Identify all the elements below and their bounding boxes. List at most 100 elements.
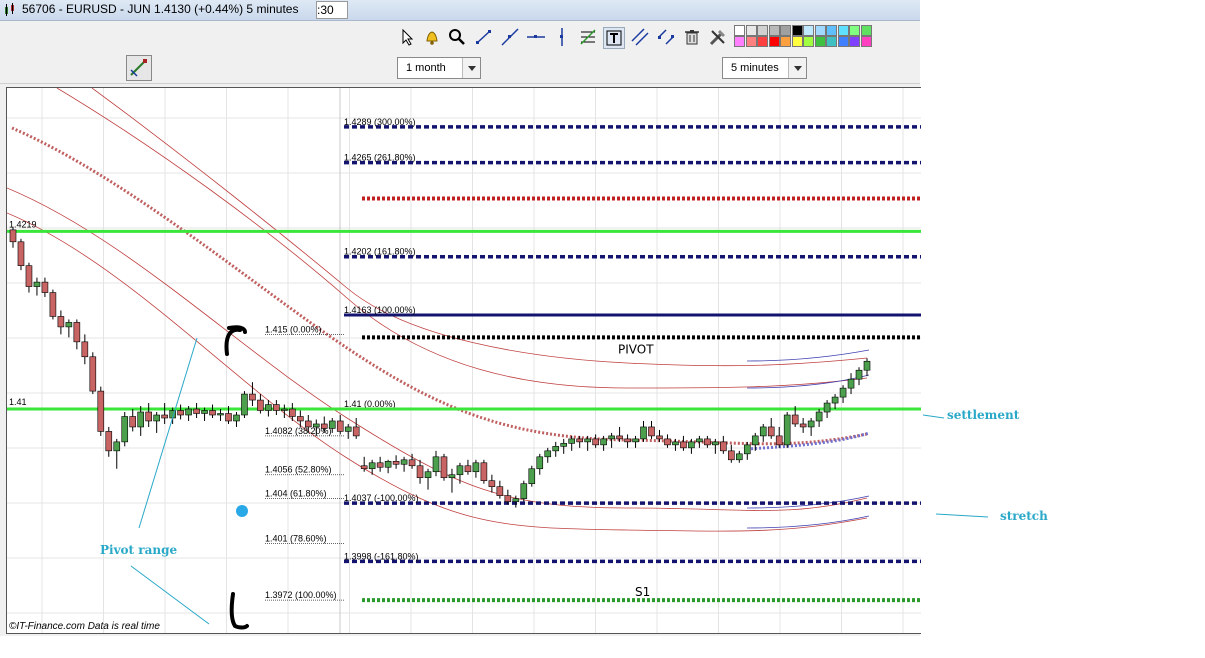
candle-body bbox=[440, 456, 448, 479]
pivot-range-pointer bbox=[130, 565, 210, 625]
tools-icon[interactable] bbox=[708, 27, 728, 47]
interval-select[interactable]: 5 minutes bbox=[722, 57, 807, 79]
candle-body bbox=[600, 438, 607, 446]
palette-swatch[interactable] bbox=[849, 36, 860, 47]
outer-lower-band-line bbox=[7, 212, 868, 532]
palette-swatch[interactable] bbox=[849, 25, 860, 36]
candle-body bbox=[97, 390, 105, 432]
chevron-down-icon[interactable] bbox=[788, 58, 806, 78]
candle-body bbox=[145, 411, 152, 422]
period-select[interactable]: 1 month bbox=[397, 57, 481, 79]
candle-body bbox=[688, 441, 695, 449]
fib-retracement-label: 1.415 (0.00%) bbox=[265, 324, 322, 334]
chevron-down-icon[interactable] bbox=[462, 58, 480, 78]
candle-body bbox=[328, 420, 336, 429]
channel-icon[interactable] bbox=[630, 27, 650, 47]
palette-swatch[interactable] bbox=[768, 25, 780, 36]
palette-swatch[interactable] bbox=[757, 36, 768, 47]
palette-swatch[interactable] bbox=[803, 36, 814, 47]
candle-body bbox=[664, 438, 671, 446]
candle-body bbox=[81, 341, 89, 358]
candle-body bbox=[49, 292, 57, 317]
candle-body bbox=[185, 408, 192, 416]
pointer-icon[interactable] bbox=[398, 27, 418, 47]
fibonacci-icon[interactable] bbox=[578, 27, 598, 47]
candle-body bbox=[73, 322, 81, 343]
chart-canvas[interactable]: 1.4289 (300.00%) 1.4265 (261.80%) 1.4202 (… bbox=[7, 88, 921, 633]
candle-body bbox=[201, 410, 208, 414]
candle-body bbox=[799, 423, 807, 428]
fib-retracement-label: 1.3972 (100.00%) bbox=[265, 590, 337, 600]
palette-swatch[interactable] bbox=[734, 25, 745, 36]
palette-swatch[interactable] bbox=[745, 25, 757, 36]
fib-retracement-label: 1.401 (78.60%) bbox=[265, 533, 327, 543]
candle-body bbox=[249, 393, 256, 401]
ray-line-icon[interactable] bbox=[500, 27, 520, 47]
palette-swatch[interactable] bbox=[826, 25, 837, 36]
candle-body bbox=[129, 416, 137, 428]
palette-swatch[interactable] bbox=[814, 36, 826, 47]
support-line-label: 1.41 bbox=[9, 397, 27, 407]
candle-body bbox=[265, 404, 272, 411]
palette-swatch[interactable] bbox=[791, 25, 803, 36]
candle-body bbox=[807, 420, 815, 428]
candle-body bbox=[488, 480, 496, 487]
candle-body bbox=[177, 410, 184, 416]
inner-band-line bbox=[91, 88, 868, 367]
candle-body bbox=[576, 438, 583, 443]
window-title: 56706 - EURUSD - JUN 1.4130 (+0.44%) 5 m… bbox=[22, 2, 299, 16]
candle-body bbox=[568, 438, 575, 444]
vertical-line-icon[interactable] bbox=[552, 27, 572, 47]
fib-level-label: 1.4289 (300.00%) bbox=[344, 117, 416, 127]
candle-body bbox=[735, 453, 743, 461]
candle-body bbox=[552, 446, 560, 452]
candle-body bbox=[648, 426, 655, 437]
horizontal-line-icon[interactable] bbox=[526, 27, 546, 47]
candle-body bbox=[113, 441, 121, 452]
drawing-mode-button[interactable] bbox=[126, 55, 152, 81]
trash-icon[interactable] bbox=[682, 27, 702, 47]
period-select-value: 1 month bbox=[406, 62, 446, 74]
candle-body bbox=[520, 483, 528, 499]
palette-swatch[interactable] bbox=[860, 36, 872, 47]
candle-body bbox=[472, 462, 480, 473]
candle-body bbox=[672, 441, 679, 446]
palette-swatch[interactable] bbox=[803, 25, 814, 36]
palette-swatch[interactable] bbox=[780, 25, 791, 36]
marker-dot bbox=[236, 505, 248, 517]
price-chart[interactable]: 1.4289 (300.00%) 1.4265 (261.80%) 1.4202 (… bbox=[6, 87, 921, 634]
candle-body bbox=[448, 474, 456, 479]
bracket-mark-bottom bbox=[229, 592, 249, 630]
palette-swatch[interactable] bbox=[745, 36, 757, 47]
alert-bell-icon[interactable] bbox=[422, 27, 442, 47]
palette-swatch[interactable] bbox=[837, 36, 849, 47]
text-tool-icon[interactable] bbox=[603, 27, 625, 49]
candle-body bbox=[89, 356, 97, 392]
pivot-range-pointer bbox=[138, 337, 198, 529]
candle-body bbox=[305, 420, 312, 428]
fib-retracement-label: 1.404 (61.80%) bbox=[265, 489, 327, 499]
palette-swatch[interactable] bbox=[791, 36, 803, 47]
time-field[interactable]: :30 bbox=[316, 1, 348, 19]
palette-swatch[interactable] bbox=[780, 36, 791, 47]
candle-body bbox=[504, 495, 512, 502]
candle-body bbox=[528, 468, 536, 484]
trendline-icon[interactable] bbox=[474, 27, 494, 47]
fib-level-label: 1.4202 (161.80%) bbox=[344, 247, 416, 257]
zoom-icon[interactable] bbox=[447, 27, 467, 47]
candle-body bbox=[783, 414, 791, 446]
palette-swatch[interactable] bbox=[757, 25, 768, 36]
fib-retracement-label: 1.4056 (52.80%) bbox=[265, 465, 332, 475]
palette-swatch[interactable] bbox=[768, 36, 780, 47]
candle-body bbox=[791, 414, 799, 425]
candle-body bbox=[863, 360, 871, 371]
palette-swatch[interactable] bbox=[814, 25, 826, 36]
candle-body bbox=[839, 387, 847, 398]
palette-swatch[interactable] bbox=[734, 36, 745, 47]
palette-swatch[interactable] bbox=[837, 25, 849, 36]
middle-band-line bbox=[11, 126, 868, 446]
candle-body bbox=[624, 438, 631, 443]
parallel-lines-icon[interactable] bbox=[656, 27, 676, 47]
palette-swatch[interactable] bbox=[860, 25, 872, 36]
palette-swatch[interactable] bbox=[826, 36, 837, 47]
